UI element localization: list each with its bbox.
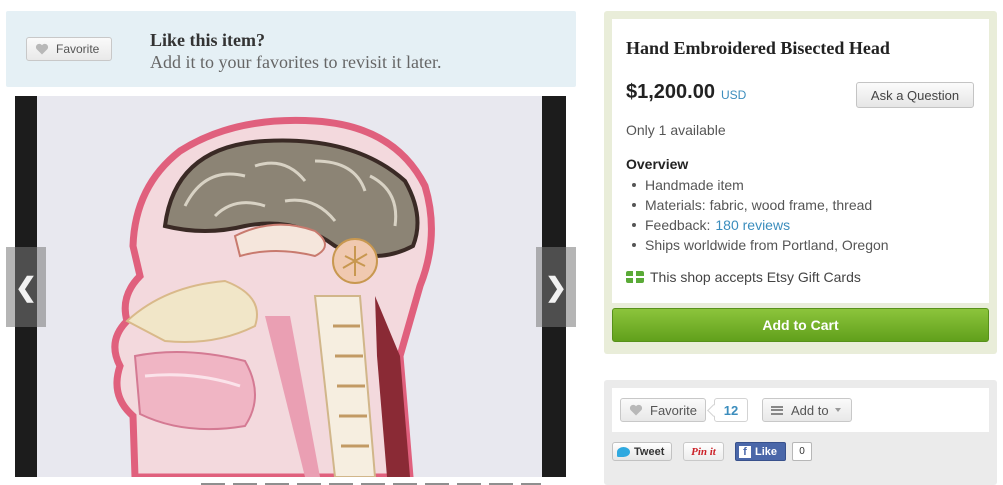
handmade-text: Handmade item [645, 177, 744, 193]
embroidered-head-illustration [15, 96, 566, 477]
favorite-button-label: Favorite [56, 42, 100, 56]
gift-card-icon [626, 271, 644, 283]
list-item: Handmade item [626, 175, 889, 195]
item-title: Hand Embroidered Bisected Head [626, 38, 890, 58]
gift-card-text: This shop accepts Etsy Gift Cards [650, 269, 861, 285]
materials-text: Materials: fabric, wood frame, thread [645, 197, 873, 213]
listing-details-card: Hand Embroidered Bisected Head $1,200.00… [612, 19, 989, 303]
twitter-bird-icon [617, 446, 630, 457]
pin-it-button[interactable]: Pin it [683, 442, 724, 461]
social-favorite-label: Favorite [650, 402, 697, 418]
social-favorite-button[interactable]: Favorite [620, 398, 706, 422]
add-to-cart-button[interactable]: Add to Cart [612, 308, 989, 342]
prev-image-button[interactable]: ❮ [6, 247, 46, 327]
ask-question-button[interactable]: Ask a Question [856, 82, 974, 108]
chevron-right-icon: ❯ [545, 271, 567, 302]
overview-heading: Overview [626, 156, 689, 172]
favorite-count[interactable]: 12 [714, 398, 748, 422]
like-label: Like [755, 445, 778, 458]
chevron-down-icon [834, 408, 841, 412]
image-viewer: ❮ ❯ [6, 96, 576, 485]
list-item: Feedback: 180 reviews [626, 215, 889, 235]
overview-list: Handmade item Materials: fabric, wood fr… [626, 175, 889, 255]
currency-code[interactable]: USD [721, 88, 746, 102]
gift-card-notice: This shop accepts Etsy Gift Cards [626, 269, 861, 285]
social-panel: Favorite 12 Add to Tweet Pin it f Like 0 [604, 380, 997, 485]
next-image-button[interactable]: ❯ [536, 247, 576, 327]
listing-panel: Hand Embroidered Bisected Head $1,200.00… [604, 11, 997, 354]
add-to-label: Add to [791, 402, 829, 418]
favorite-banner: Favorite Like this item? Add it to your … [6, 11, 576, 87]
list-icon [771, 405, 783, 415]
tweet-button[interactable]: Tweet [612, 442, 672, 461]
shipping-text: Ships worldwide from Portland, Oregon [645, 237, 889, 253]
listing-photo[interactable] [15, 96, 566, 477]
favorite-prompt-title: Like this item? [150, 30, 265, 50]
facebook-f-icon: f [739, 445, 751, 458]
heart-icon [35, 43, 49, 55]
facebook-like-button[interactable]: f Like [735, 442, 786, 461]
list-item: Materials: fabric, wood frame, thread [626, 195, 889, 215]
availability-text: Only 1 available [626, 122, 726, 138]
like-count: 0 [792, 442, 812, 461]
chevron-left-icon: ❮ [15, 271, 37, 302]
feedback-label: Feedback: [645, 217, 711, 233]
reviews-link[interactable]: 180 reviews [715, 215, 790, 235]
list-item: Ships worldwide from Portland, Oregon [626, 235, 889, 255]
favorite-prompt-subtitle: Add it to your favorites to revisit it l… [150, 52, 442, 72]
heart-icon [629, 404, 643, 416]
add-to-list-button[interactable]: Add to [762, 398, 852, 422]
favorite-button[interactable]: Favorite [26, 37, 112, 61]
tweet-label: Tweet [634, 445, 665, 458]
favorite-row: Favorite 12 Add to [612, 388, 989, 432]
item-price: $1,200.00 [626, 81, 715, 103]
